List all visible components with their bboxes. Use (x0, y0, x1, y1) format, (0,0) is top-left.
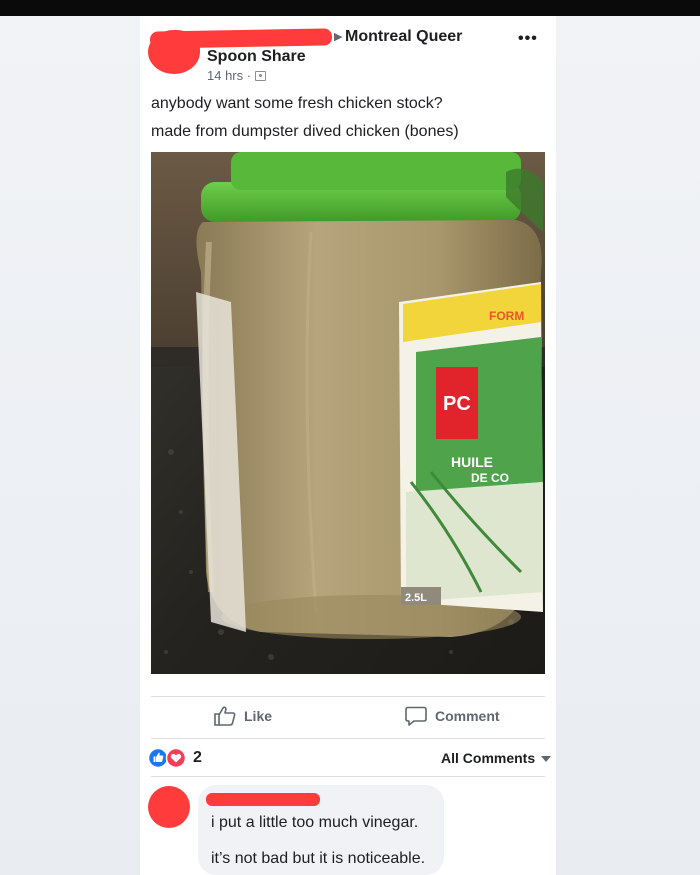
comment-bubble-icon (405, 706, 427, 726)
thumbs-up-icon (214, 706, 236, 726)
background-left (0, 16, 140, 875)
label-volume-text: 2.5L (405, 592, 427, 604)
top-bar (0, 0, 700, 16)
arrow-right-icon: ▶ (334, 31, 343, 43)
all-comments-dropdown[interactable]: All Comments (441, 750, 552, 766)
reaction-count[interactable]: 2 (193, 749, 202, 767)
commenter-avatar-redacted[interactable] (148, 786, 190, 828)
love-reaction-icon (165, 747, 187, 769)
chevron-down-icon (541, 755, 552, 762)
comment-text-line-2: it’s not bad but it is noticeable. (211, 850, 426, 867)
like-button[interactable]: Like (214, 706, 272, 726)
label-top-text: FORM (489, 309, 524, 323)
group-name-continued[interactable]: Spoon Share (207, 48, 306, 66)
like-reaction-icon (147, 747, 169, 769)
comment-label: Comment (435, 708, 500, 724)
commenter-name-redacted (206, 793, 320, 806)
jar-photo-illustration: FORM PC HUILE DE CO 2.5L (151, 152, 545, 674)
label-brand-text: PC (443, 393, 471, 415)
like-label: Like (244, 708, 273, 724)
reaction-icons[interactable] (147, 747, 190, 769)
more-options-icon[interactable]: ••• (518, 30, 538, 48)
author-name-redacted (149, 28, 333, 49)
divider-actions-top (151, 696, 545, 697)
post-meta: 14 hrs · (207, 68, 267, 83)
post-photo[interactable]: FORM PC HUILE DE CO 2.5L (151, 152, 545, 674)
group-audience-icon (255, 70, 267, 81)
post-text-line-1: anybody want some fresh chicken stock? (151, 95, 443, 112)
label-text-1: HUILE (451, 454, 493, 470)
background-right (556, 16, 700, 875)
post-text-line-2: made from dumpster dived chicken (bones) (151, 123, 459, 140)
divider-comments (151, 776, 545, 777)
all-comments-label: All Comments (441, 750, 536, 766)
group-name[interactable]: Montreal Queer (345, 28, 462, 46)
comment-text-line-1: i put a little too much vinegar. (211, 814, 419, 831)
divider-actions-bottom (151, 738, 545, 739)
label-text-2: DE CO (471, 471, 509, 485)
post-timestamp[interactable]: 14 hrs · (207, 68, 251, 83)
comment-button[interactable]: Comment (405, 706, 500, 726)
